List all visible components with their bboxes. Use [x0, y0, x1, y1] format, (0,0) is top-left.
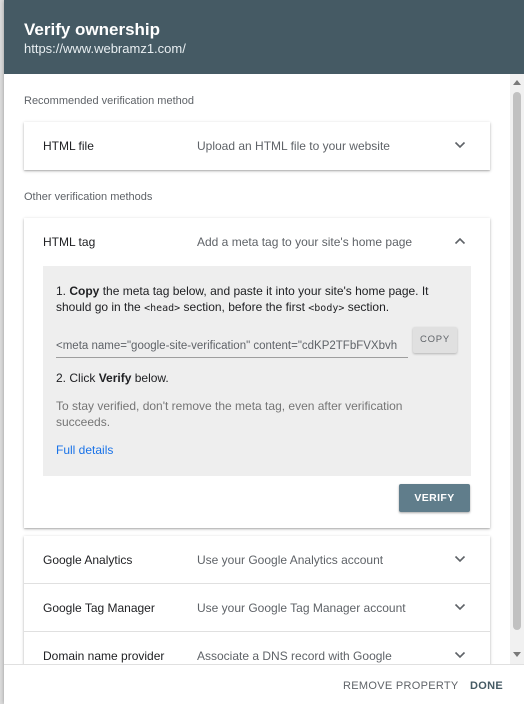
method-row-html-file[interactable]: HTML file Upload an HTML file to your we…	[24, 122, 490, 170]
method-name: Domain name provider	[43, 649, 165, 663]
other-methods-list: Google Analytics Use your Google Analyti…	[24, 536, 490, 664]
method-description: Use your Google Analytics account	[197, 553, 384, 567]
dialog-title: Verify ownership	[24, 20, 161, 39]
method-name: Google Analytics	[43, 553, 133, 567]
method-name: Google Tag Manager	[43, 601, 155, 615]
done-button[interactable]: DONE	[470, 680, 503, 692]
method-row-html-tag[interactable]: HTML tag Add a meta tag to your site's h…	[24, 218, 490, 266]
verification-note: To stay verified, don't remove the meta …	[56, 399, 403, 429]
html-tag-instructions-panel: 1. Copy the meta tag below, and paste it…	[43, 266, 471, 476]
dialog-footer: REMOVE PROPERTY DONE	[4, 664, 524, 704]
step-2-text: 2. Click Verify below.	[56, 371, 169, 385]
method-description: Use your Google Tag Manager account	[197, 601, 406, 615]
meta-tag-field[interactable]: <meta name="google-site-verification" co…	[56, 338, 408, 358]
copy-button[interactable]: COPY	[413, 327, 457, 353]
verify-button[interactable]: VERIFY	[399, 484, 470, 512]
scroll-up-arrow-icon[interactable]	[513, 80, 521, 85]
chevron-up-icon[interactable]	[452, 233, 468, 249]
scrollbar[interactable]	[510, 74, 524, 664]
method-description: Associate a DNS record with Google	[197, 649, 392, 663]
chevron-down-icon[interactable]	[452, 599, 468, 615]
remove-property-button[interactable]: REMOVE PROPERTY	[343, 680, 459, 692]
method-row-google-analytics[interactable]: Google Analytics Use your Google Analyti…	[24, 536, 490, 584]
other-methods-label: Other verification methods	[24, 191, 153, 203]
chevron-down-icon[interactable]	[452, 647, 468, 663]
full-details-link[interactable]: Full details	[56, 443, 113, 457]
method-name: HTML tag	[43, 235, 96, 249]
scrollbar-thumb[interactable]	[513, 92, 521, 630]
recommended-method-label: Recommended verification method	[24, 95, 194, 107]
method-card-html-file: HTML file Upload an HTML file to your we…	[24, 122, 490, 170]
scroll-down-arrow-icon[interactable]	[513, 652, 521, 657]
method-row-google-tag-manager[interactable]: Google Tag Manager Use your Google Tag M…	[24, 584, 490, 632]
chevron-down-icon[interactable]	[452, 137, 468, 153]
method-name: HTML file	[43, 139, 94, 153]
chevron-down-icon[interactable]	[452, 551, 468, 567]
step-1-text: 1. Copy the meta tag below, and paste it…	[56, 284, 429, 314]
method-card-html-tag: HTML tag Add a meta tag to your site's h…	[24, 218, 490, 528]
method-row-domain-name-provider[interactable]: Domain name provider Associate a DNS rec…	[24, 632, 490, 664]
property-url: https://www.webramz1.com/	[24, 41, 186, 56]
dialog-content: Recommended verification method HTML fil…	[4, 74, 510, 664]
method-description: Upload an HTML file to your website	[197, 139, 390, 153]
dialog-header: Verify ownership https://www.webramz1.co…	[4, 0, 524, 74]
method-description: Add a meta tag to your site's home page	[197, 235, 413, 249]
verify-ownership-dialog: Verify ownership https://www.webramz1.co…	[4, 0, 524, 704]
